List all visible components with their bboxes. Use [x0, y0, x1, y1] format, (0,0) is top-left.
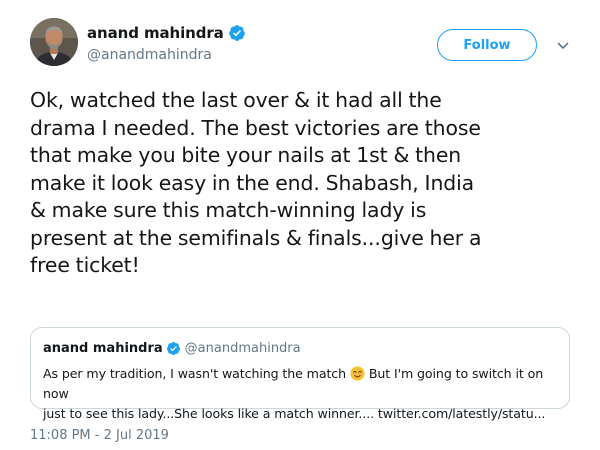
quoted-author-name: anand mahindra	[43, 341, 163, 356]
quoted-tweet-header: anand mahindra @anandmahindra	[43, 341, 301, 356]
author-display-name[interactable]: anand mahindra	[87, 24, 224, 42]
tweet-text-line: Ok, watched the last over & it had all t…	[30, 88, 442, 112]
tweet-text-line: make it look easy in the end. Shabash, I…	[30, 170, 475, 195]
tweet-text-line: free ticket!	[30, 253, 140, 277]
verified-badge-icon	[166, 341, 181, 356]
quoted-tweet-text: As per my tradition, I wasn't watching t…	[43, 364, 563, 424]
quoted-tweet-text-part: As per my tradition, I wasn't watching t…	[43, 366, 347, 381]
chevron-down-icon[interactable]	[556, 38, 570, 52]
smiling-face-emoji-icon	[350, 366, 365, 381]
tweet-card: anand mahindra @anandmahindra Follow Ok,…	[0, 0, 600, 450]
quoted-tweet-line: just to see this lady...She looks like a…	[43, 406, 546, 421]
follow-button[interactable]: Follow	[437, 29, 537, 61]
verified-badge-icon	[228, 24, 246, 42]
tweet-text-line: present at the semifinals & finals...giv…	[30, 225, 482, 250]
tweet-text-line: that make you bite your nails at 1st & t…	[30, 143, 462, 167]
avatar-image	[30, 18, 78, 66]
author-name-row[interactable]: anand mahindra	[87, 22, 246, 44]
tweet-text-line: drama I needed. The best victories are t…	[30, 115, 481, 140]
quoted-tweet[interactable]: anand mahindra @anandmahindra As per my …	[30, 327, 570, 421]
tweet-text-line: & make sure this match-winning lady is	[30, 198, 427, 222]
quoted-tweet-line: As per my tradition, I wasn't watching t…	[43, 364, 563, 404]
avatar[interactable]	[30, 18, 78, 66]
tweet-timestamp[interactable]: 11:08 PM - 2 Jul 2019	[30, 428, 169, 443]
quoted-author-handle: @anandmahindra	[184, 341, 301, 356]
author-handle[interactable]: @anandmahindra	[87, 47, 212, 63]
tweet-text: Ok, watched the last over & it had all t…	[30, 87, 575, 280]
